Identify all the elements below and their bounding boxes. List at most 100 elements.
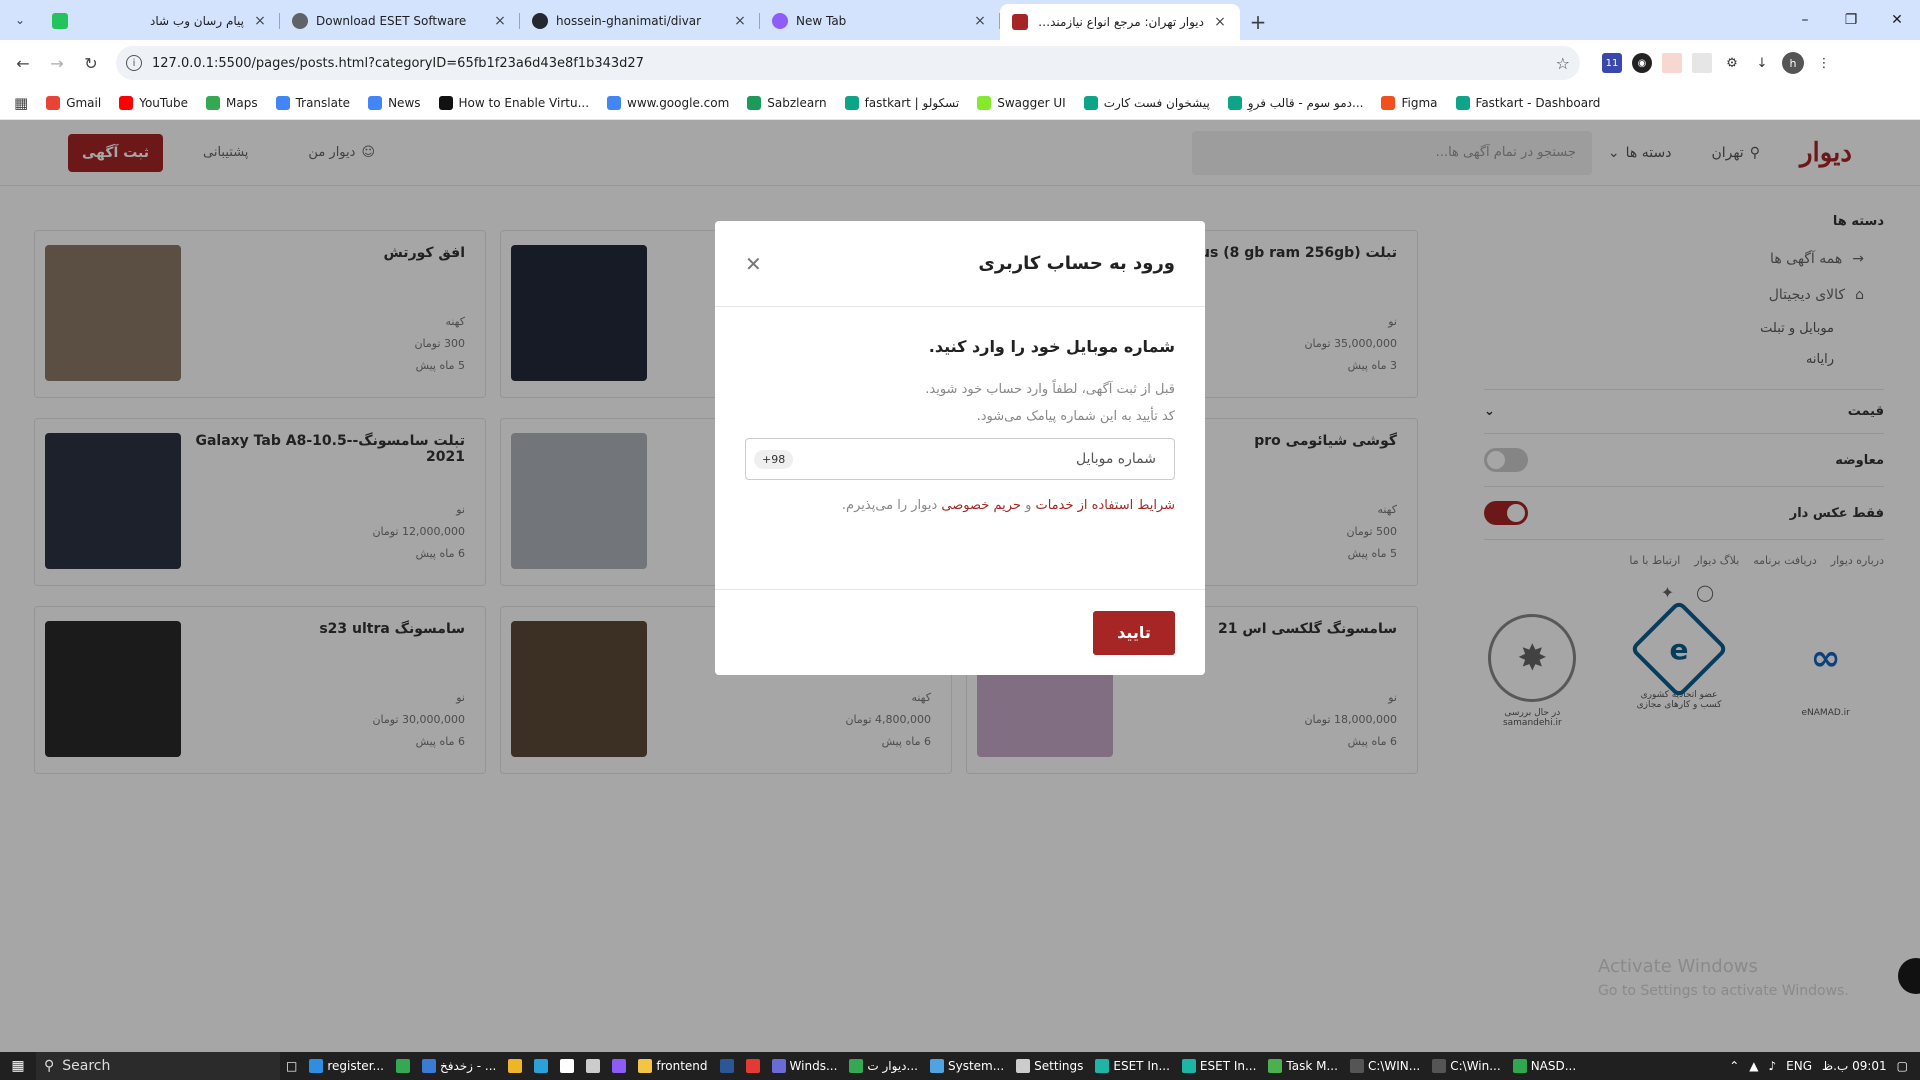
bookmark-item[interactable]: News — [368, 95, 421, 110]
watermark-subtitle: Go to Settings to activate Windows. — [1598, 983, 1849, 999]
taskbar-app[interactable]: frontend — [632, 1052, 713, 1080]
divar-favicon-icon — [1012, 14, 1028, 30]
extension-icon[interactable] — [1692, 53, 1712, 73]
bookmark-item[interactable]: fastkart | تسکولو — [844, 95, 959, 110]
taskbar-app[interactable]: C:\WIN... — [1344, 1052, 1426, 1080]
browser-tab[interactable]: New Tab × — [760, 4, 1000, 38]
taskbar-app-icon — [1432, 1059, 1447, 1073]
taskbar-app-icon — [1016, 1059, 1031, 1073]
bookmark-favicon-icon — [46, 95, 61, 110]
taskbar-app[interactable]: Task M... — [1262, 1052, 1344, 1080]
tab-close-icon[interactable]: × — [972, 13, 988, 29]
tab-title: hossein-ghanimati/divar — [556, 14, 702, 28]
minimize-icon[interactable]: – — [1782, 0, 1828, 40]
bookmark-label: YouTube — [139, 95, 188, 110]
shad-favicon-icon — [52, 13, 68, 29]
task-view-icon[interactable]: □ — [280, 1052, 303, 1080]
browser-toolbar: ← → ↻ i 127.0.0.1:5500/pages/posts.html?… — [0, 40, 1920, 86]
bookmark-label: Sabzlearn — [767, 95, 827, 110]
notifications-icon[interactable]: ▢ — [1897, 1059, 1908, 1073]
confirm-button[interactable]: تایید — [1093, 610, 1175, 655]
browser-tab[interactable]: hossein-ghanimati/divar × — [520, 4, 760, 38]
restore-icon[interactable]: ❐ — [1828, 0, 1874, 40]
bookmark-item[interactable]: Sabzlearn — [747, 95, 827, 110]
taskbar-app[interactable]: C:\Win... — [1426, 1052, 1506, 1080]
privacy-link[interactable]: حریم خصوصی — [941, 498, 1021, 513]
extensions-puzzle-icon[interactable]: ⚙ — [1722, 53, 1742, 73]
tray-chevron-icon[interactable]: ⌃ — [1729, 1059, 1739, 1073]
taskbar-app[interactable]: زخدفخ - ... — [416, 1052, 502, 1080]
taskbar-app[interactable]: Settings — [1010, 1052, 1089, 1080]
forward-icon[interactable]: → — [42, 48, 72, 78]
back-icon[interactable]: ← — [8, 48, 38, 78]
volume-icon[interactable]: ♪ — [1769, 1059, 1777, 1073]
network-icon[interactable]: ▲ — [1749, 1059, 1758, 1073]
bookmark-item[interactable]: YouTube — [119, 95, 188, 110]
taskbar-app[interactable]: register... — [303, 1052, 390, 1080]
bookmark-item[interactable]: Gmail — [46, 95, 101, 110]
new-tab-button[interactable]: + — [1240, 4, 1276, 40]
bookmark-favicon-icon — [747, 95, 762, 110]
site-info-icon[interactable]: i — [126, 55, 142, 71]
bookmark-item[interactable]: Translate — [275, 95, 350, 110]
phone-input[interactable]: شماره موبایل +98 — [745, 438, 1175, 480]
address-bar[interactable]: i 127.0.0.1:5500/pages/posts.html?catego… — [116, 46, 1580, 80]
terms-of-service-link[interactable]: شرایط استفاده از خدمات — [1035, 498, 1175, 513]
taskbar-app[interactable] — [554, 1052, 580, 1080]
menu-dots-icon[interactable]: ⋮ — [1814, 53, 1834, 73]
browser-tab-active[interactable]: دیوار تهران: مرجع انواع نیازمندی و × — [1000, 4, 1240, 40]
taskbar-app[interactable] — [390, 1052, 416, 1080]
clock[interactable]: 09:01 ب.ظ — [1822, 1059, 1887, 1073]
bookmark-item[interactable]: Maps — [206, 95, 258, 110]
bookmark-item[interactable]: Fastkart - Dashboard — [1455, 95, 1600, 110]
bookmark-item[interactable]: پیشخوان فست کارت — [1083, 95, 1210, 110]
bookmark-item[interactable]: www.google.com — [607, 95, 729, 110]
taskbar-app[interactable] — [606, 1052, 632, 1080]
bookmark-item[interactable]: How to Enable Virtu... — [438, 95, 589, 110]
extension-icon[interactable]: ◉ — [1632, 53, 1652, 73]
taskbar-app[interactable]: دیوار ت... — [843, 1052, 924, 1080]
taskbar-app[interactable]: ESET In... — [1176, 1052, 1263, 1080]
window-controls: – ❐ ✕ — [1782, 0, 1920, 40]
taskbar-app[interactable] — [528, 1052, 554, 1080]
taskbar-app-icon — [638, 1059, 653, 1073]
bookmark-label: پیشخوان فست کارت — [1103, 95, 1210, 110]
browser-tab[interactable]: پیام رسان وب شاد × — [40, 4, 280, 38]
bookmark-item[interactable]: دمو سوم - قالب فروِ... — [1227, 95, 1363, 110]
taskbar-app-icon — [719, 1059, 734, 1073]
browser-tab[interactable]: Download ESET Software × — [280, 4, 520, 38]
reload-icon[interactable]: ↻ — [76, 48, 106, 78]
extension-icon[interactable] — [1662, 53, 1682, 73]
extension-icon[interactable]: 11 — [1602, 53, 1622, 73]
modal-footer: تایید — [715, 589, 1205, 675]
taskbar-app[interactable] — [580, 1052, 606, 1080]
taskbar-search[interactable]: ⚲ Search — [36, 1052, 280, 1080]
start-windows-icon[interactable]: ▦ — [0, 1052, 36, 1080]
bookmark-item[interactable]: Swagger UI — [977, 95, 1066, 110]
bookmark-item[interactable]: Figma — [1381, 95, 1438, 110]
tab-close-icon[interactable]: × — [1212, 14, 1228, 30]
bookmark-star-icon[interactable]: ☆ — [1556, 54, 1570, 73]
taskbar-app[interactable]: System... — [924, 1052, 1010, 1080]
apps-grid-icon[interactable]: ▦ — [14, 94, 28, 112]
download-icon[interactable]: ↓ — [1752, 53, 1772, 73]
taskbar-app[interactable] — [502, 1052, 528, 1080]
url-text[interactable]: 127.0.0.1:5500/pages/posts.html?category… — [152, 56, 1546, 71]
tab-close-icon[interactable]: × — [732, 13, 748, 29]
tab-close-icon[interactable]: × — [252, 13, 268, 29]
taskbar-app[interactable]: ESET In... — [1089, 1052, 1176, 1080]
taskbar-app[interactable] — [714, 1052, 740, 1080]
taskbar-app[interactable] — [740, 1052, 766, 1080]
taskbar-app-label: Settings — [1034, 1059, 1084, 1073]
taskbar-app[interactable]: NASD... — [1507, 1052, 1583, 1080]
close-window-icon[interactable]: ✕ — [1874, 0, 1920, 40]
tab-search-icon[interactable]: ⌄ — [0, 0, 40, 40]
profile-avatar[interactable]: h — [1782, 52, 1804, 74]
tab-close-icon[interactable]: × — [492, 13, 508, 29]
taskbar-app[interactable]: Winds... — [766, 1052, 844, 1080]
bookmark-favicon-icon — [438, 95, 453, 110]
bookmark-label: Figma — [1401, 95, 1438, 110]
tab-title: New Tab — [796, 14, 847, 28]
keyboard-lang[interactable]: ENG — [1786, 1059, 1812, 1073]
close-icon[interactable]: ✕ — [745, 252, 762, 276]
